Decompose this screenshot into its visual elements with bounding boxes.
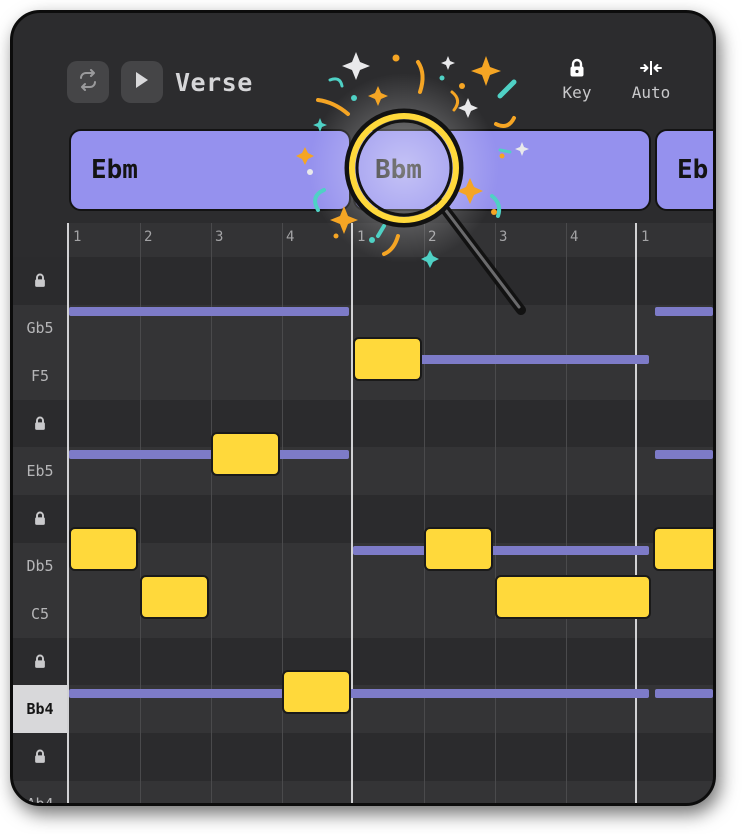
pitch-row-locked (13, 637, 713, 686)
note-db5[interactable] (69, 527, 138, 571)
ruler-tick: 2 (428, 229, 437, 245)
row-label: C5 (30, 604, 50, 623)
beat-ruler[interactable]: 1 2 3 4 1 2 3 4 1 (67, 223, 713, 258)
bar-line (351, 223, 353, 803)
lock-icon (35, 749, 45, 764)
ruler-tick: 1 (73, 229, 82, 245)
chord-tone-guide (69, 307, 349, 316)
lock-icon (35, 273, 45, 288)
row-lock[interactable] (13, 400, 67, 448)
chord-name: Ebm (91, 155, 138, 185)
lock-icon (35, 416, 45, 430)
row-label: F5 (30, 366, 50, 385)
grid-line (424, 223, 425, 803)
piano-roll-device: Verse Key Auto Ebm Bbm Eb 1 2 3 4 1 2 3 … (10, 10, 716, 806)
row-lock[interactable] (13, 257, 67, 305)
row-label: Eb5 (26, 462, 54, 481)
note-c5[interactable] (495, 575, 651, 619)
section-title: Verse (175, 68, 253, 97)
piano-roll-editor: Verse Key Auto Ebm Bbm Eb 1 2 3 4 1 2 3 … (13, 13, 713, 803)
ruler-tick: 4 (570, 229, 579, 245)
bar-line (635, 223, 637, 803)
note-f5[interactable] (353, 337, 422, 381)
split-arrows-icon (621, 55, 681, 81)
key-lock-button[interactable]: Key (547, 55, 607, 102)
chord-block-eb[interactable]: Eb (655, 129, 713, 211)
note-db5[interactable] (653, 527, 713, 571)
note-eb5[interactable] (211, 432, 280, 476)
ruler-tick: 3 (499, 229, 508, 245)
pitch-row-locked (13, 399, 713, 448)
lock-icon (35, 511, 45, 526)
ruler-tick: 2 (144, 229, 153, 245)
chord-tone-guide (655, 689, 713, 698)
row-lock[interactable] (13, 495, 67, 543)
loop-icon (77, 69, 99, 95)
loop-button[interactable] (67, 61, 109, 103)
row-label-active: Bb4 (13, 685, 67, 733)
play-icon (134, 71, 150, 93)
play-button[interactable] (121, 61, 163, 103)
chord-name: Eb (677, 155, 709, 185)
pitch-row-locked (13, 257, 713, 305)
row-label: Db5 (26, 557, 54, 576)
chord-block-bbm[interactable]: Bbm (353, 129, 651, 211)
pitch-row-ab4[interactable]: Ab4 (13, 780, 713, 806)
auto-button[interactable]: Auto (621, 55, 681, 102)
ruler-tick: 1 (357, 229, 366, 245)
ruler-tick: 1 (641, 229, 650, 245)
chord-block-ebm[interactable]: Ebm (69, 129, 351, 211)
chord-tone-guide (353, 546, 649, 555)
row-label: Gb5 (26, 319, 54, 338)
chord-tone-guide (69, 450, 349, 459)
chord-name: Bbm (375, 155, 422, 185)
ruler-tick: 3 (215, 229, 224, 245)
row-lock[interactable] (13, 638, 67, 686)
chord-tone-guide (655, 307, 713, 316)
chord-tone-guide (655, 450, 713, 459)
chord-tone-guide (69, 689, 649, 698)
note-db5[interactable] (424, 527, 493, 571)
grid-line (566, 223, 567, 803)
key-label: Key (562, 83, 592, 102)
ruler-tick: 4 (286, 229, 295, 245)
grid-line (495, 223, 496, 803)
auto-label: Auto (631, 83, 671, 102)
note-bb4[interactable] (282, 670, 351, 714)
row-label: Ab4 (26, 795, 54, 806)
row-lock[interactable] (13, 733, 67, 781)
pitch-row-locked (13, 733, 713, 781)
lock-icon (35, 654, 45, 668)
note-c5[interactable] (140, 575, 209, 619)
lock-icon (547, 55, 607, 81)
